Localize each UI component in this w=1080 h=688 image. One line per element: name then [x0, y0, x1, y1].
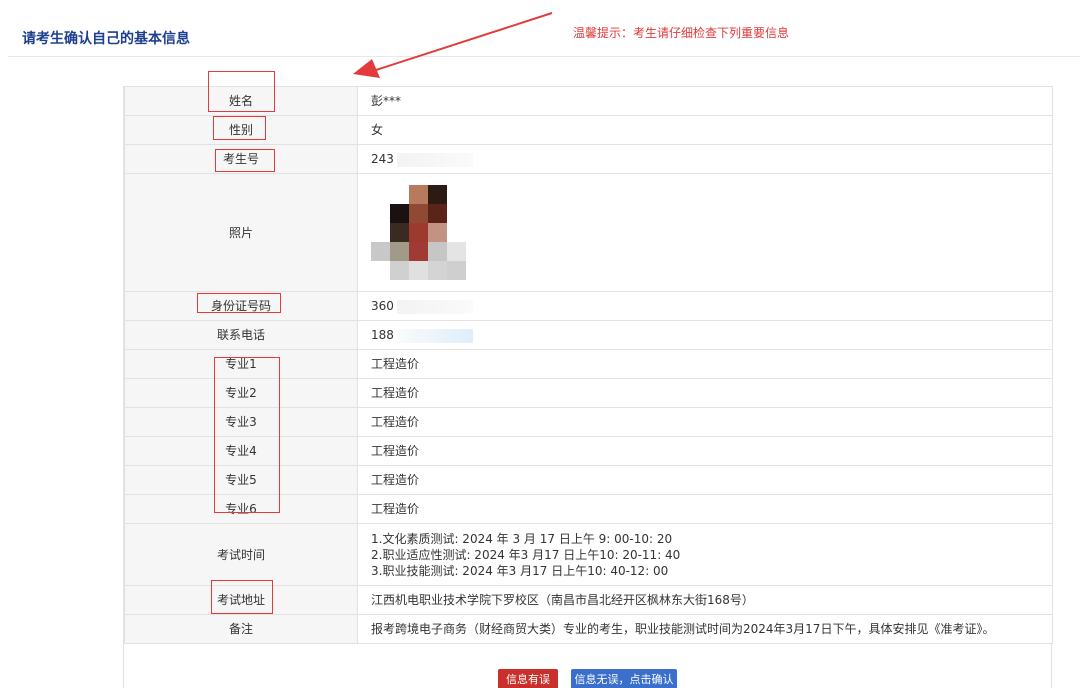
exam-number-text: 243	[371, 152, 394, 166]
table-row: 身份证号码 360	[124, 291, 1053, 321]
major-3-label: 专业3	[124, 407, 358, 437]
table-row: 考生号 243	[124, 144, 1053, 174]
photo-cell	[357, 173, 1053, 292]
major-6-value: 工程造价	[357, 494, 1053, 524]
table-row: 专业4 工程造价	[124, 436, 1053, 466]
gender-value: 女	[357, 115, 1053, 145]
candidate-photo	[371, 185, 466, 280]
table-row: 备注 报考跨境电子商务（财经商贸大类）专业的考生，职业技能测试时间为2024年3…	[124, 614, 1053, 644]
exam-time-label: 考试时间	[124, 523, 358, 586]
phone-text: 188	[371, 328, 394, 342]
name-value-text: 彭***	[371, 94, 402, 108]
table-row: 专业3 工程造价	[124, 407, 1053, 437]
major-5-label: 专业5	[124, 465, 358, 495]
redacted-block	[396, 328, 473, 343]
photo-label: 照片	[124, 173, 358, 292]
info-table: 姓名 彭*** 性别 女 考生号 243 照片 身份证号码 360 联系电话 1…	[124, 86, 1053, 644]
table-row: 姓名 彭***	[124, 86, 1053, 116]
remark-label: 备注	[124, 614, 358, 644]
name-label: 姓名	[124, 86, 358, 116]
exam-time-value: 1.文化素质测试: 2024 年 3 月 17 日上午 9: 00-10: 20…	[357, 523, 1053, 586]
major-3-value: 工程造价	[357, 407, 1053, 437]
confirm-info-button[interactable]: 信息无误，点击确认	[571, 669, 677, 688]
major-4-value: 工程造价	[357, 436, 1053, 466]
major-4-label: 专业4	[124, 436, 358, 466]
exam-time-line-2: 2.职业适应性测试: 2024 年3 月17 日上午10: 20-11: 40	[371, 547, 681, 562]
exam-address-label: 考试地址	[124, 585, 358, 615]
table-row: 专业2 工程造价	[124, 378, 1053, 408]
table-row: 考试地址 江西机电职业技术学院下罗校区（南昌市昌北经开区枫林东大街168号）	[124, 585, 1053, 615]
table-row: 考试时间 1.文化素质测试: 2024 年 3 月 17 日上午 9: 00-1…	[124, 523, 1053, 586]
table-row: 性别 女	[124, 115, 1053, 145]
major-5-value: 工程造价	[357, 465, 1053, 495]
exam-time-line-3: 3.职业技能测试: 2024 年3 月17 日上午10: 40-12: 00	[371, 563, 669, 578]
redacted-block	[396, 152, 473, 167]
phone-value: 188	[357, 320, 1053, 350]
name-value: 彭***	[357, 86, 1053, 116]
exam-address-value: 江西机电职业技术学院下罗校区（南昌市昌北经开区枫林东大街168号）	[357, 585, 1053, 615]
table-row: 专业6 工程造价	[124, 494, 1053, 524]
id-number-text: 360	[371, 299, 394, 313]
info-panel: 姓名 彭*** 性别 女 考生号 243 照片 身份证号码 360 联系电话 1…	[123, 86, 1053, 688]
header-divider	[8, 56, 1080, 57]
major-2-label: 专业2	[124, 378, 358, 408]
gender-label: 性别	[124, 115, 358, 145]
exam-time-line-1: 1.文化素质测试: 2024 年 3 月 17 日上午 9: 00-10: 20	[371, 531, 673, 546]
page-title: 请考生确认自己的基本信息	[22, 31, 190, 47]
action-buttons: 信息有误 信息无误，点击确认	[498, 669, 677, 688]
id-number-label: 身份证号码	[124, 291, 358, 321]
exam-number-label: 考生号	[124, 144, 358, 174]
redacted-block	[396, 299, 473, 314]
annotation-arrow	[353, 12, 553, 78]
table-row: 照片	[124, 173, 1053, 292]
table-row: 专业5 工程造价	[124, 465, 1053, 495]
major-2-value: 工程造价	[357, 378, 1053, 408]
phone-label: 联系电话	[124, 320, 358, 350]
exam-number-value: 243	[357, 144, 1053, 174]
table-row: 专业1 工程造价	[124, 349, 1053, 379]
major-1-value: 工程造价	[357, 349, 1053, 379]
info-error-button[interactable]: 信息有误	[498, 669, 558, 688]
major-6-label: 专业6	[124, 494, 358, 524]
warm-tip: 温馨提示：考生请仔细检查下列重要信息	[573, 26, 790, 40]
major-1-label: 专业1	[124, 349, 358, 379]
remark-value: 报考跨境电子商务（财经商贸大类）专业的考生，职业技能测试时间为2024年3月17…	[357, 614, 1053, 644]
table-row: 联系电话 188	[124, 320, 1053, 350]
id-number-value: 360	[357, 291, 1053, 321]
